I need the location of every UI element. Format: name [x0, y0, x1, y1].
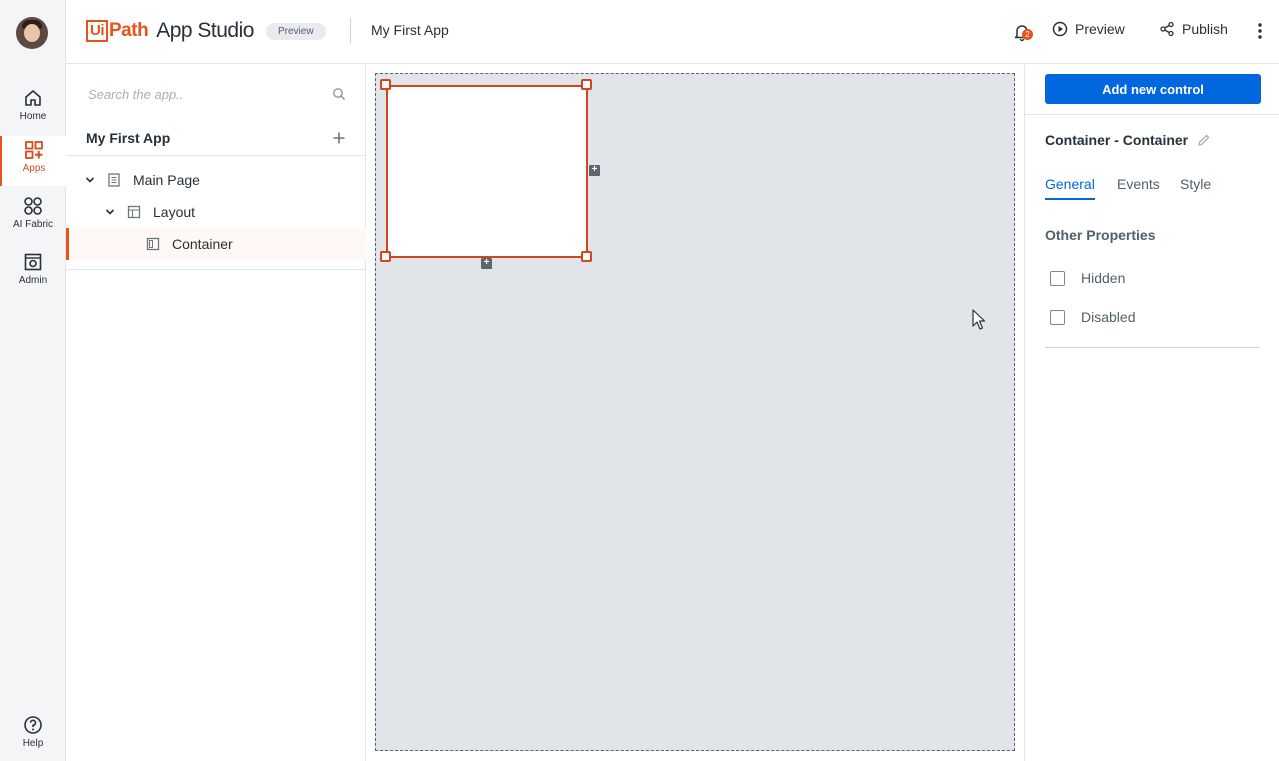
rail-item-apps[interactable]: Apps — [0, 136, 66, 186]
logo-ui-text: Ui — [86, 20, 108, 42]
logo-path-text: Path — [109, 20, 149, 41]
add-below-plus-icon[interactable]: + — [481, 258, 492, 269]
search-icon[interactable] — [332, 87, 346, 101]
chevron-down-icon[interactable] — [105, 207, 115, 217]
chevron-down-icon[interactable] — [85, 175, 95, 185]
uipath-logo[interactable]: Ui Path App Studio — [86, 19, 254, 43]
admin-icon — [24, 253, 42, 271]
container-icon — [146, 237, 160, 251]
rail-item-help[interactable]: Help — [0, 711, 66, 761]
home-icon — [25, 90, 41, 106]
play-circle-icon — [1052, 21, 1068, 37]
more-options-icon[interactable] — [1254, 22, 1266, 40]
design-canvas-area: + + — [367, 65, 1023, 761]
app-name: My First App — [371, 22, 449, 38]
rail-label-apps: Apps — [22, 163, 46, 174]
resize-handle-bottom-left[interactable] — [380, 251, 391, 262]
avatar-face — [24, 24, 40, 42]
rail-label-home: Home — [19, 111, 47, 122]
tab-general[interactable]: General — [1045, 176, 1095, 200]
tree-node-label: Container — [172, 236, 233, 252]
tree-search — [78, 78, 354, 110]
tree-search-input[interactable] — [78, 78, 354, 110]
publish-button-label: Publish — [1182, 21, 1228, 37]
component-title: Container - Container — [1045, 132, 1189, 148]
publish-button[interactable]: Publish — [1159, 21, 1228, 37]
disabled-checkbox-label: Disabled — [1081, 309, 1136, 325]
notifications-button[interactable]: 2 — [1012, 21, 1034, 43]
hidden-checkbox-label: Hidden — [1081, 270, 1126, 286]
disabled-checkbox[interactable] — [1050, 309, 1065, 325]
preview-button[interactable]: Preview — [1052, 21, 1125, 37]
layout-icon — [127, 205, 141, 219]
tree-title: My First App — [86, 130, 171, 146]
properties-panel: Add new control Container - Container Ge… — [1024, 65, 1279, 761]
rail-item-ai-fabric[interactable]: AI Fabric — [0, 192, 66, 242]
rail-label-help: Help — [22, 738, 44, 749]
resize-handle-top-right[interactable] — [581, 79, 592, 90]
add-right-plus-icon[interactable]: + — [589, 165, 600, 176]
preview-button-label: Preview — [1075, 21, 1125, 37]
tree-node-label: Layout — [153, 204, 196, 220]
hidden-checkbox-row[interactable]: Hidden — [1050, 270, 1125, 286]
product-name: App Studio — [156, 19, 254, 42]
help-icon — [24, 716, 42, 734]
section-other-properties: Other Properties — [1045, 227, 1156, 243]
left-nav-rail: Home Apps AI Fabric Admin Help — [0, 0, 66, 761]
tab-events[interactable]: Events — [1117, 176, 1160, 198]
app-tree-panel: My First App Main Page Layout Container — [66, 65, 366, 761]
props-section-divider — [1045, 347, 1260, 348]
page-canvas[interactable]: + + — [375, 73, 1015, 751]
preview-badge: Preview — [266, 23, 326, 40]
pencil-icon[interactable] — [1197, 133, 1211, 147]
tree-node-main-page[interactable]: Main Page — [66, 164, 366, 196]
header-divider — [350, 18, 351, 43]
tree-node-layout[interactable]: Layout — [66, 196, 366, 228]
notification-count-badge: 2 — [1022, 29, 1033, 40]
page-icon — [108, 173, 120, 187]
hidden-checkbox[interactable] — [1050, 270, 1065, 286]
tree-node-container[interactable]: Container — [66, 228, 366, 260]
user-avatar[interactable] — [16, 17, 48, 49]
add-new-control-button[interactable]: Add new control — [1045, 74, 1261, 104]
resize-handle-bottom-right[interactable] — [581, 251, 592, 262]
resize-handle-top-left[interactable] — [380, 79, 391, 90]
rail-item-home[interactable]: Home — [0, 84, 66, 134]
rail-label-admin: Admin — [18, 275, 48, 286]
ai-fabric-icon — [24, 197, 42, 215]
props-divider — [1025, 114, 1279, 115]
rail-label-ai-fabric: AI Fabric — [12, 219, 53, 230]
disabled-checkbox-row[interactable]: Disabled — [1050, 309, 1135, 325]
tree-divider-bottom — [66, 269, 366, 270]
apps-icon — [25, 141, 43, 159]
top-header: Ui Path App Studio Preview My First App … — [66, 0, 1279, 64]
selected-container-control[interactable] — [386, 85, 588, 258]
tree-node-label: Main Page — [133, 172, 200, 188]
share-icon — [1160, 21, 1174, 37]
tab-style[interactable]: Style — [1180, 176, 1211, 198]
tree-divider-top — [66, 155, 366, 156]
mouse-cursor-icon — [972, 309, 986, 330]
rail-item-admin[interactable]: Admin — [0, 248, 66, 298]
add-page-icon[interactable] — [332, 131, 346, 145]
